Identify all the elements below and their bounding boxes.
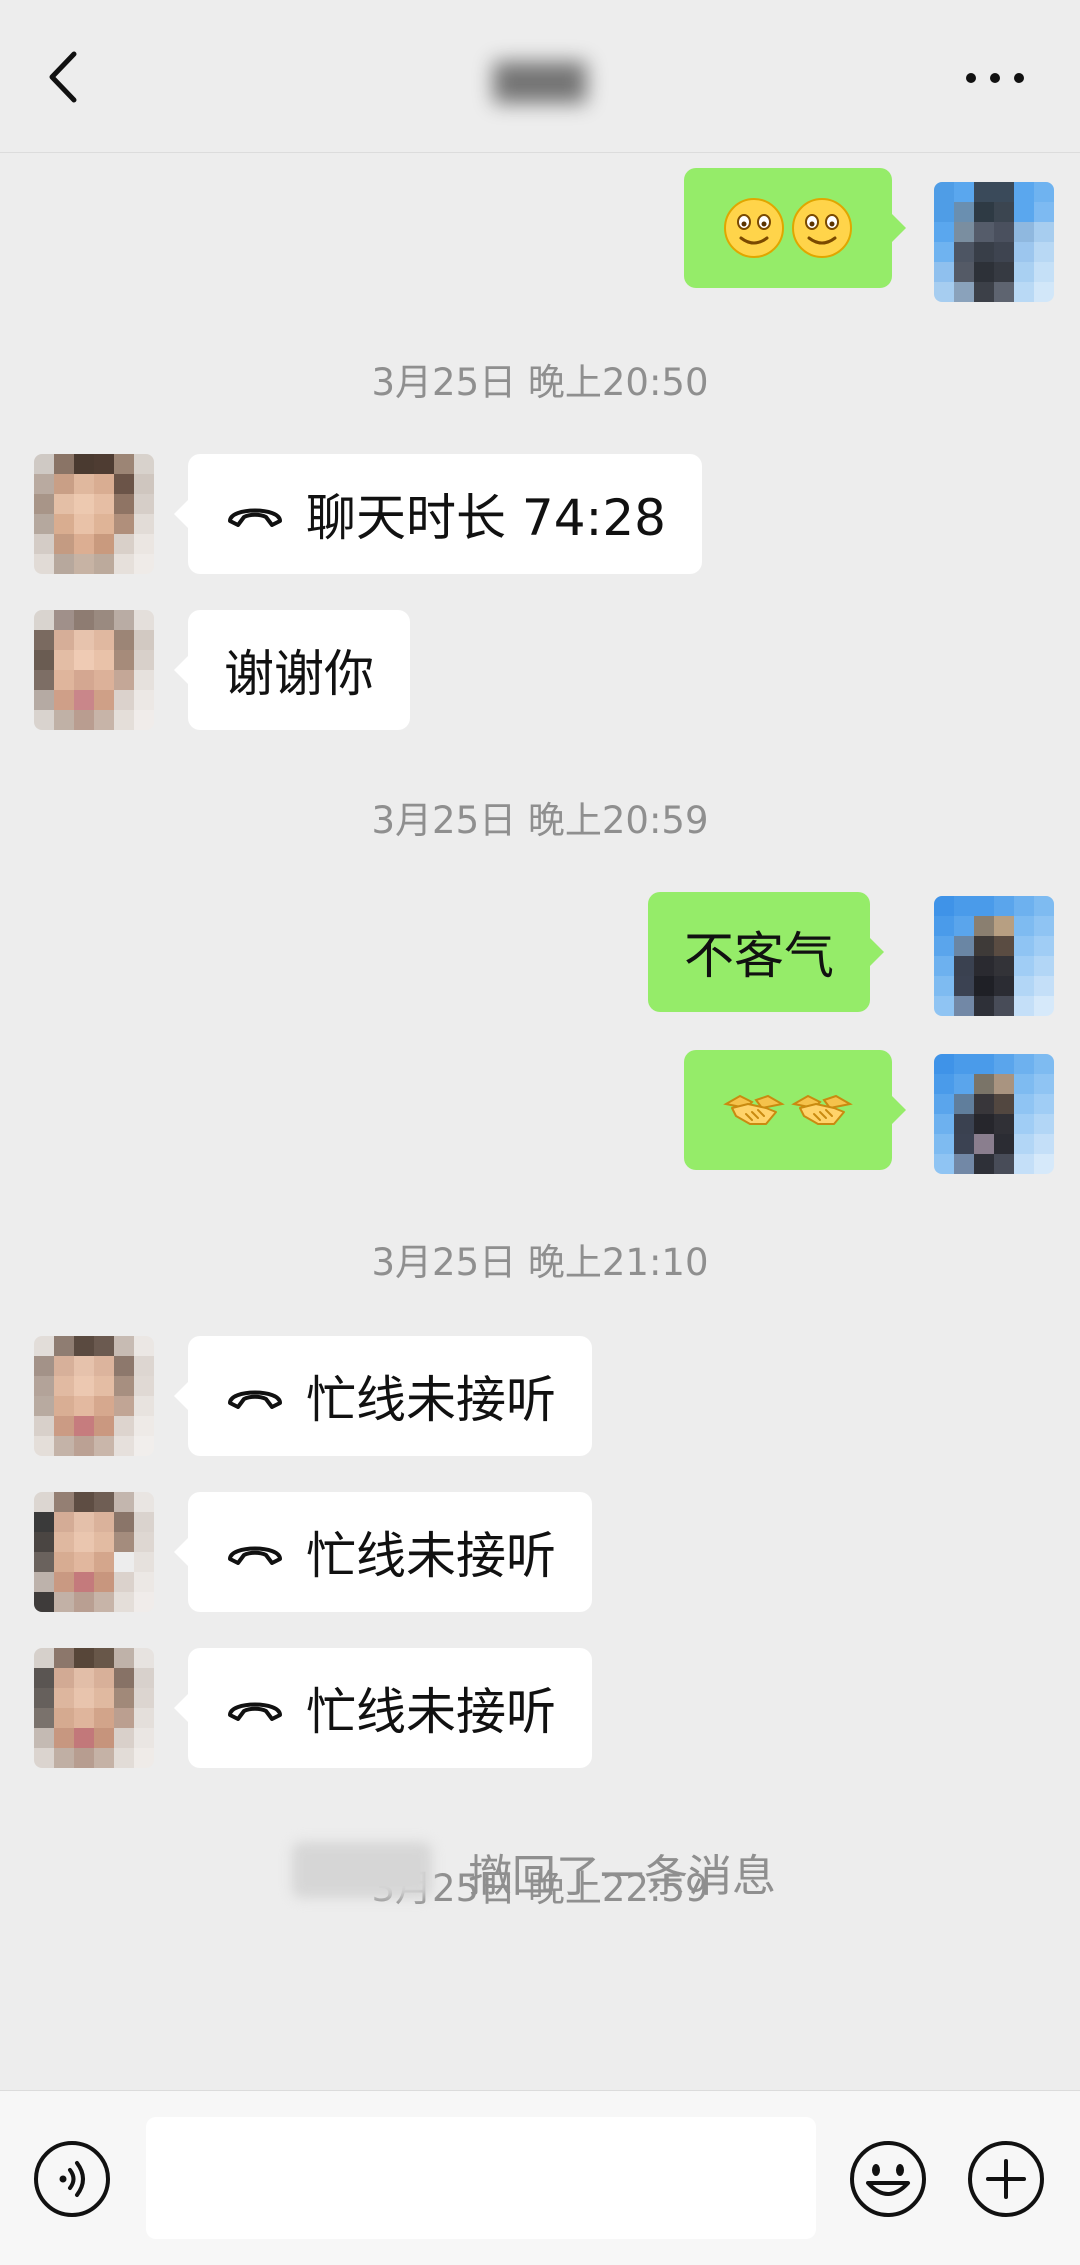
- smile-emoji-icon: [792, 198, 852, 258]
- my-avatar[interactable]: [934, 896, 1054, 1016]
- timestamp: 3月25日 晚上20:59: [371, 799, 709, 842]
- phone-hangup-icon: [228, 1390, 282, 1409]
- contact-avatar[interactable]: [34, 1492, 154, 1612]
- phone-hangup-icon: [228, 1546, 282, 1565]
- more-button[interactable]: [955, 50, 1035, 106]
- back-button[interactable]: [36, 42, 96, 112]
- emoji-button[interactable]: [846, 2137, 930, 2221]
- input-bar: [0, 2090, 1080, 2265]
- voice-icon: [34, 2141, 110, 2217]
- missed-call-bubble[interactable]: 忙线未接听: [174, 1492, 592, 1612]
- message-list[interactable]: 3月25日 晚上20:50 聊天时长 74:28 谢谢你 3月25日 晚上20:…: [0, 152, 1080, 2090]
- message-input[interactable]: [146, 2117, 816, 2239]
- contact-avatar[interactable]: [34, 454, 154, 574]
- contact-avatar[interactable]: [34, 1648, 154, 1768]
- my-avatar[interactable]: [934, 182, 1054, 302]
- received-message-bubble[interactable]: 谢谢你: [174, 610, 410, 730]
- missed-call-bubble[interactable]: 忙线未接听: [174, 1336, 592, 1456]
- chat-title-text: ▇▇▇: [493, 57, 587, 103]
- recall-text: 撤回了一条消息: [468, 1851, 776, 1902]
- emoji-face-icon: [850, 2141, 926, 2217]
- chat-title: ▇▇▇: [440, 42, 640, 118]
- message-text: 不客气: [684, 927, 834, 985]
- handshake-emoji-icon: [723, 1094, 785, 1125]
- plus-circle-icon: [968, 2141, 1044, 2217]
- voice-input-button[interactable]: [30, 2137, 114, 2221]
- missed-call-text: 忙线未接听: [306, 1371, 556, 1429]
- my-avatar[interactable]: [934, 1054, 1054, 1174]
- timestamp: 3月25日 晚上21:10: [371, 1241, 709, 1284]
- chat-screen: ▇▇▇ 3月25日 晚上20:50 聊天时长 74:28 谢谢你 3月25日 晚…: [0, 0, 1080, 2265]
- call-duration-text: 聊天时长 74:28: [306, 489, 666, 547]
- phone-hangup-icon: [228, 1702, 282, 1721]
- more-horizontal-icon: [966, 73, 1024, 83]
- missed-call-bubble[interactable]: 忙线未接听: [174, 1648, 592, 1768]
- missed-call-text: 忙线未接听: [306, 1527, 556, 1585]
- message-text: 谢谢你: [224, 645, 374, 703]
- chat-header: ▇▇▇: [0, 0, 1080, 153]
- sent-emoji-bubble[interactable]: [684, 1050, 906, 1170]
- recall-sender-name: [292, 1842, 432, 1898]
- more-functions-button[interactable]: [964, 2137, 1048, 2221]
- missed-call-text: 忙线未接听: [306, 1683, 556, 1741]
- chevron-left-icon: [49, 51, 77, 103]
- smile-emoji-icon: [724, 198, 784, 258]
- contact-avatar[interactable]: [34, 610, 154, 730]
- call-duration-bubble[interactable]: 聊天时长 74:28: [174, 454, 702, 574]
- handshake-emoji-icon: [791, 1094, 853, 1125]
- recall-notice: 撤回了一条消息: [0, 1830, 1080, 1910]
- sent-message-bubble[interactable]: 不客气: [648, 892, 884, 1012]
- timestamp: 3月25日 晚上20:50: [371, 361, 709, 404]
- phone-hangup-icon: [228, 508, 282, 527]
- sent-emoji-bubble[interactable]: [684, 168, 906, 288]
- contact-avatar[interactable]: [34, 1336, 154, 1456]
